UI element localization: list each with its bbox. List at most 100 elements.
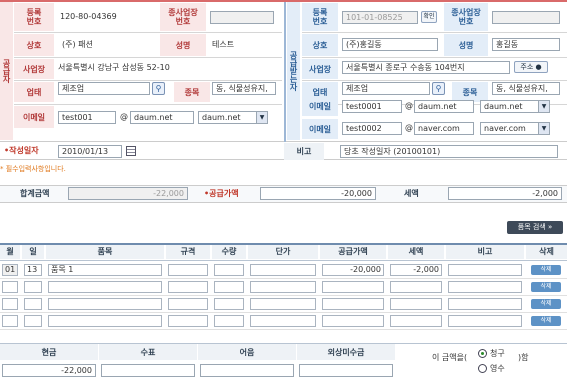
- receiver-email1-select[interactable]: daum.net ▼: [480, 100, 550, 113]
- row-qty-input[interactable]: [214, 298, 244, 310]
- row-item-input[interactable]: [48, 281, 162, 293]
- row-month-input[interactable]: 01: [2, 264, 18, 276]
- row-day-input[interactable]: 13: [24, 264, 42, 276]
- col-price: 단가: [248, 245, 318, 259]
- receiver-email2-label: 이메일: [302, 119, 338, 139]
- row-price-input[interactable]: [250, 264, 316, 276]
- receiver-confirm-button[interactable]: 확인: [421, 11, 437, 23]
- row-day-input[interactable]: [24, 298, 42, 310]
- row-supply-input[interactable]: [322, 298, 384, 310]
- row-month-input[interactable]: [2, 281, 18, 293]
- row-item-input[interactable]: 품목 1: [48, 264, 162, 276]
- row-note-input[interactable]: [448, 264, 522, 276]
- supplier-biz-type-input[interactable]: 제조업: [58, 82, 150, 95]
- row-price-input[interactable]: [250, 298, 316, 310]
- supplier-email-select[interactable]: daum.net ▼: [198, 111, 268, 124]
- receiver-email2-select-value: naver.com: [484, 124, 526, 133]
- receiver-email1-id-input[interactable]: test0001: [342, 100, 402, 113]
- delete-row-button[interactable]: 삭제: [531, 316, 561, 326]
- row-item-input[interactable]: [48, 315, 162, 327]
- supplier-biz-search-icon[interactable]: ⚲: [152, 82, 165, 95]
- supplier-email-id-input[interactable]: test001: [58, 111, 116, 124]
- receiver-email1-at: @: [405, 101, 413, 110]
- item-search-button[interactable]: 품목 검색 »: [507, 221, 563, 234]
- row-month-input[interactable]: [2, 298, 18, 310]
- pay-check-input[interactable]: [101, 364, 195, 377]
- row-qty-input[interactable]: [214, 264, 244, 276]
- receipt-label: 이 금액을(: [432, 353, 468, 362]
- supplier-biz-item-label: 종목: [174, 82, 210, 102]
- pay-cash-header: 현금: [0, 344, 98, 360]
- row-tax-input[interactable]: -2,000: [390, 264, 442, 276]
- receiver-reg-no-input[interactable]: 101-01-08525: [342, 11, 418, 24]
- receiver-sub-biz-input[interactable]: [492, 11, 560, 24]
- row-spec-input[interactable]: [168, 264, 208, 276]
- calendar-icon[interactable]: [126, 146, 136, 156]
- receiver-addr-input[interactable]: 서울특별시 종로구 수송동 104번지: [342, 61, 510, 74]
- receiver-email2-select[interactable]: naver.com ▼: [480, 122, 550, 135]
- supplier-rep-label: 성명: [160, 34, 206, 56]
- total-input[interactable]: -22,000: [68, 187, 188, 200]
- tax-input[interactable]: -2,000: [448, 187, 562, 200]
- supplier-email-domain-input[interactable]: daum.net: [130, 111, 194, 124]
- delete-row-button[interactable]: 삭제: [531, 265, 561, 275]
- row-day-input[interactable]: [24, 281, 42, 293]
- receiver-email2-id-input[interactable]: test0002: [342, 122, 402, 135]
- row-tax-input[interactable]: [390, 281, 442, 293]
- supplier-sub-biz-input[interactable]: [210, 11, 274, 24]
- row-day-input[interactable]: [24, 315, 42, 327]
- row-tax-input[interactable]: [390, 315, 442, 327]
- col-month: 월: [0, 245, 20, 259]
- row-qty-input[interactable]: [214, 315, 244, 327]
- receiver-biz-search-icon[interactable]: ⚲: [432, 82, 445, 95]
- receiver-email2-domain-input[interactable]: naver.com: [414, 122, 474, 135]
- pay-bill-input[interactable]: [200, 364, 294, 377]
- radio-claim[interactable]: [478, 349, 487, 358]
- row-spec-input[interactable]: [168, 315, 208, 327]
- pay-bill-header: 어음: [198, 344, 296, 360]
- row-note-input[interactable]: [448, 298, 522, 310]
- pay-credit-input[interactable]: [299, 364, 393, 377]
- pay-cash-input[interactable]: -22,000: [2, 364, 96, 377]
- row-tax-input[interactable]: [390, 298, 442, 310]
- radio-claim-label: 청구: [490, 349, 505, 358]
- row-spec-input[interactable]: [168, 298, 208, 310]
- date-label: •작성일자: [4, 146, 39, 155]
- receiver-addr-button[interactable]: 주소 ●: [514, 61, 548, 73]
- row-supply-input[interactable]: [322, 281, 384, 293]
- delete-row-button[interactable]: 삭제: [531, 299, 561, 309]
- supplier-email-select-value: daum.net: [202, 113, 241, 122]
- row-qty-input[interactable]: [214, 281, 244, 293]
- row-item-input[interactable]: [48, 298, 162, 310]
- row-supply-input[interactable]: [322, 315, 384, 327]
- receiver-biz-type-input[interactable]: 제조업: [342, 82, 430, 95]
- col-spec: 규격: [166, 245, 210, 259]
- receiver-email1-domain-input[interactable]: daum.net: [414, 100, 474, 113]
- col-note: 비고: [446, 245, 524, 259]
- row-note-input[interactable]: [448, 281, 522, 293]
- receiver-biz-item-input[interactable]: 동, 식물성유지,: [492, 82, 560, 95]
- row-month-input[interactable]: [2, 315, 18, 327]
- supplier-biz-type-label: 업태: [14, 82, 54, 102]
- receiver-sub-biz-label: 종사업장 번호: [444, 3, 488, 31]
- supply-input[interactable]: -20,000: [260, 187, 376, 200]
- radio-receipt[interactable]: [478, 364, 487, 373]
- col-item: 품목: [46, 245, 164, 259]
- receiver-name-input[interactable]: (주)홍길동: [342, 38, 438, 51]
- row-supply-input[interactable]: -20,000: [322, 264, 384, 276]
- row-price-input[interactable]: [250, 315, 316, 327]
- supplier-addr-label: 사업장: [14, 59, 54, 79]
- row-price-input[interactable]: [250, 281, 316, 293]
- date-input[interactable]: 2010/01/13: [58, 145, 122, 158]
- row-spec-input[interactable]: [168, 281, 208, 293]
- col-supply: 공급가액: [320, 245, 386, 259]
- receiver-email1-select-value: daum.net: [484, 102, 523, 111]
- pay-check-header: 수표: [99, 344, 197, 360]
- supplier-biz-item-input[interactable]: 동, 식물성유지,: [212, 82, 276, 95]
- delete-row-button[interactable]: 삭제: [531, 282, 561, 292]
- row-note-input[interactable]: [448, 315, 522, 327]
- remark-input[interactable]: 당초 작성일자 (20100101): [340, 145, 558, 158]
- receiver-rep-input[interactable]: 홍길동: [492, 38, 560, 51]
- supply-label: •공급가액: [204, 189, 239, 198]
- receiver-email-label: 이메일: [302, 96, 338, 116]
